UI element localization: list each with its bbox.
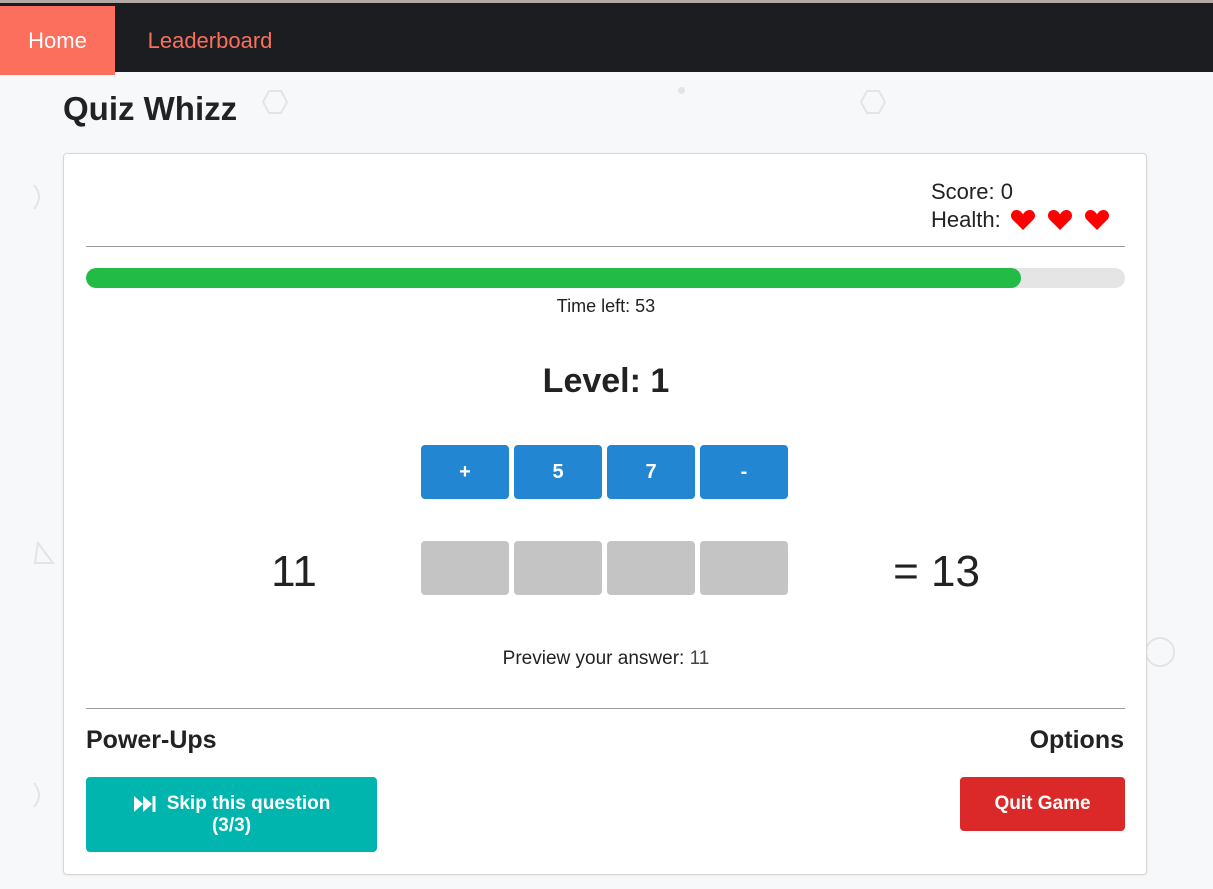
skip-question-count: (3/3) xyxy=(211,814,252,836)
time-left-value: 53 xyxy=(635,296,656,316)
equation-target-value: = 13 xyxy=(893,547,980,596)
answer-slot[interactable] xyxy=(421,541,509,595)
operand-tile[interactable]: 7 xyxy=(607,445,695,499)
operand-tile[interactable]: - xyxy=(700,445,788,499)
player-stats: Score: 0 Health: xyxy=(931,178,1112,234)
game-card: Score: 0 Health: Time left: 53 Level: 1 … xyxy=(63,153,1147,875)
skip-question-button[interactable]: Skip this question (3/3) xyxy=(86,777,377,852)
powerups-heading: Power-Ups xyxy=(86,726,217,754)
heart-icon xyxy=(1010,209,1035,230)
background-triangle-icon xyxy=(33,540,55,564)
skip-question-label: Skip this question xyxy=(166,792,331,814)
answer-slot[interactable] xyxy=(514,541,602,595)
divider xyxy=(86,246,1125,247)
score-label: Score: xyxy=(931,179,995,204)
time-progress-bar xyxy=(86,268,1125,288)
background-arc-icon xyxy=(33,184,40,210)
options-heading: Options xyxy=(1029,726,1124,754)
heart-icon xyxy=(1047,209,1072,230)
operand-tile[interactable]: 5 xyxy=(514,445,602,499)
answer-preview: Preview your answer: 11 xyxy=(64,648,1148,670)
answer-slot[interactable] xyxy=(700,541,788,595)
time-left-label: Time left: xyxy=(556,296,631,316)
background-circle-icon xyxy=(1145,637,1175,667)
background-dot xyxy=(678,87,685,94)
level-value: 1 xyxy=(650,362,670,400)
page-title: Quiz Whizz xyxy=(63,90,238,127)
score-value: 0 xyxy=(1000,179,1013,204)
answer-slot[interactable] xyxy=(607,541,695,595)
operand-tiles: + 5 7 - xyxy=(421,445,788,499)
time-left-text: Time left: 53 xyxy=(64,296,1148,317)
heart-icon xyxy=(1084,209,1109,230)
time-progress-fill xyxy=(86,268,1022,288)
health-row: Health: xyxy=(931,206,1112,234)
background-arc-icon xyxy=(33,782,40,808)
quit-game-button[interactable]: Quit Game xyxy=(960,777,1125,831)
fast-forward-icon xyxy=(133,795,156,812)
preview-value: 11 xyxy=(689,648,710,669)
level-heading: Level: 1 xyxy=(64,362,1148,401)
background-hexagon-icon xyxy=(860,90,886,114)
health-label: Health: xyxy=(931,207,1001,232)
divider xyxy=(86,708,1125,709)
preview-label: Preview your answer: xyxy=(502,648,685,669)
answer-slots xyxy=(421,541,788,595)
nav-home-link[interactable]: Home xyxy=(0,6,115,75)
nav-leaderboard-link[interactable]: Leaderboard xyxy=(115,6,305,75)
top-nav-bar: Home Leaderboard xyxy=(0,0,1213,75)
level-label: Level: xyxy=(542,362,641,400)
background-hexagon-icon xyxy=(262,90,288,114)
equation-start-value: 11 xyxy=(271,547,317,596)
operand-tile[interactable]: + xyxy=(421,445,509,499)
